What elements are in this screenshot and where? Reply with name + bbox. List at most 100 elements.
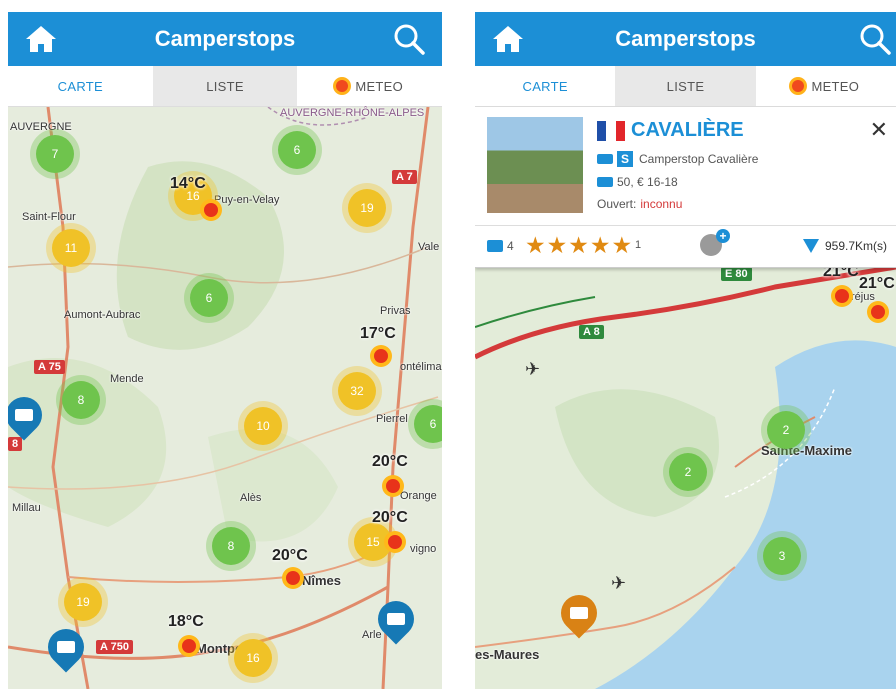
camper-icon (597, 154, 613, 164)
road-badge: A 8 (579, 325, 604, 339)
map-label: Puy-en-Velay (214, 194, 280, 206)
map-cluster[interactable]: 7 (36, 135, 74, 173)
map-cluster[interactable]: 8 (212, 527, 250, 565)
sun-icon (871, 305, 885, 319)
road-badge: A 7 (392, 170, 417, 184)
campsite-ouvert-line: Ouvert: inconnu (597, 197, 682, 211)
rating-stars[interactable]: ★★★★★ (525, 232, 633, 259)
map-cluster[interactable]: 11 (52, 229, 90, 267)
sun-icon (286, 571, 300, 585)
road-badge: A 75 (34, 360, 65, 374)
map-label: es-Maures (475, 647, 540, 662)
app-header: Camperstops (8, 12, 442, 66)
map-label: Orange (400, 490, 437, 502)
tab-carte[interactable]: CARTE (475, 66, 615, 106)
map-label: AUVERGNE (10, 121, 72, 133)
map-label: Arle (362, 629, 382, 641)
road-badge: A 750 (96, 640, 133, 654)
rating-count: 1 (635, 239, 642, 251)
sun-icon (386, 479, 400, 493)
map-cluster[interactable]: 10 (244, 407, 282, 445)
map-label: vigno (410, 543, 437, 555)
campsite-info: 50, € 16-18 (617, 175, 678, 189)
map-cluster[interactable]: 3 (763, 537, 801, 575)
phone-screen-left: Camperstops CARTE LISTE METEO AUVERGNE A… (8, 12, 442, 689)
map-label: Privas (380, 305, 411, 317)
map-cluster[interactable]: 32 (338, 372, 376, 410)
tab-bar: CARTE LISTE METEO (475, 66, 896, 107)
sun-icon (182, 639, 196, 653)
tab-liste[interactable]: LISTE (615, 66, 756, 106)
sun-icon (336, 80, 349, 92)
map-label: AUVERGNE-RHÔNE-ALPES (280, 107, 425, 119)
weather-temp: 20°C (272, 547, 308, 564)
map-cluster[interactable]: 6 (190, 279, 228, 317)
phone-screen-right: Camperstops CARTE LISTE METEO E 80 A 8 S… (475, 12, 896, 689)
distance: 959.7Km(s) (825, 239, 888, 253)
map-label: Vale (418, 241, 440, 253)
app-header: Camperstops (475, 12, 896, 66)
map-view[interactable]: E 80 A 8 Sainte-Maxime es-Maures réjus 2… (475, 263, 896, 689)
sun-icon (388, 535, 402, 549)
weather-temp: 18°C (168, 613, 204, 630)
map-view[interactable]: AUVERGNE AUVERGNE-RHÔNE-ALPES Saint-Flou… (8, 107, 442, 689)
ouvert-label: Ouvert: (597, 197, 637, 211)
weather-temp: 20°C (372, 509, 408, 526)
weather-temp: 20°C (372, 453, 408, 470)
map-cluster[interactable]: 19 (64, 583, 102, 621)
map-label: Millau (12, 502, 41, 514)
tab-bar: CARTE LISTE METEO (8, 66, 442, 107)
camper-icon (597, 177, 613, 187)
s-badge: S (617, 151, 633, 167)
sun-icon (374, 349, 388, 363)
airport-icon: ✈ (525, 359, 541, 379)
direction-arrow-icon (803, 239, 819, 253)
weather-temp: 17°C (360, 325, 396, 342)
campsite-photo[interactable] (487, 117, 583, 213)
map-label: Alès (240, 492, 262, 504)
map-label: Mende (110, 373, 144, 385)
card-footer: 4 ★★★★★ 1 + 959.7Km(s) (475, 225, 896, 266)
tab-liste[interactable]: LISTE (152, 66, 298, 106)
tab-meteo[interactable]: METEO (297, 66, 442, 106)
campsite-detail-card[interactable]: CAVALIÈRE ✕ S Camperstop Cavalière 50, €… (475, 107, 896, 268)
tab-carte[interactable]: CARTE (8, 66, 153, 106)
tab-meteo-label: METEO (355, 78, 404, 94)
france-flag-icon (597, 121, 625, 141)
campsite-subtitle: Camperstop Cavalière (639, 152, 759, 166)
map-cluster[interactable]: 19 (348, 189, 386, 227)
plus-icon[interactable]: + (716, 229, 730, 243)
map-label: ontélima (400, 361, 442, 373)
sun-icon (835, 289, 849, 303)
map-cluster[interactable]: 16 (234, 639, 272, 677)
map-cluster[interactable]: 8 (62, 381, 100, 419)
weather-temp: 21°C (859, 275, 895, 292)
photo-count: 4 (507, 239, 514, 253)
app-title: Camperstops (154, 26, 296, 51)
map-cluster[interactable]: 15 (354, 523, 392, 561)
search-icon[interactable] (390, 20, 428, 58)
map-cluster[interactable]: 6 (278, 131, 316, 169)
road-badge: E 80 (721, 267, 752, 281)
tab-meteo-label: METEO (811, 78, 860, 94)
map-label: Saint-Flour (22, 211, 76, 223)
ouvert-value: inconnu (640, 197, 683, 211)
road-badge: 8 (8, 437, 23, 451)
close-icon[interactable]: ✕ (870, 117, 888, 143)
campsite-name: CAVALIÈRE (631, 119, 744, 141)
map-cluster[interactable]: 2 (767, 411, 805, 449)
airport-icon: ✈ (611, 573, 627, 593)
photo-icon[interactable] (487, 240, 503, 252)
app-title: Camperstops (615, 26, 756, 51)
campsite-info-line: 50, € 16-18 (597, 175, 678, 189)
map-label: Pierrel (376, 413, 408, 425)
map-label: Nîmes (302, 573, 342, 588)
campsite-type-line: S Camperstop Cavalière (597, 151, 758, 167)
weather-temp: 14°C (170, 175, 206, 192)
search-icon[interactable] (856, 20, 894, 58)
map-label: Aumont-Aubrac (64, 309, 141, 321)
cloud-sun-icon (204, 203, 218, 217)
sun-icon (792, 80, 805, 92)
map-cluster[interactable]: 2 (669, 453, 707, 491)
tab-meteo[interactable]: METEO (756, 66, 896, 106)
